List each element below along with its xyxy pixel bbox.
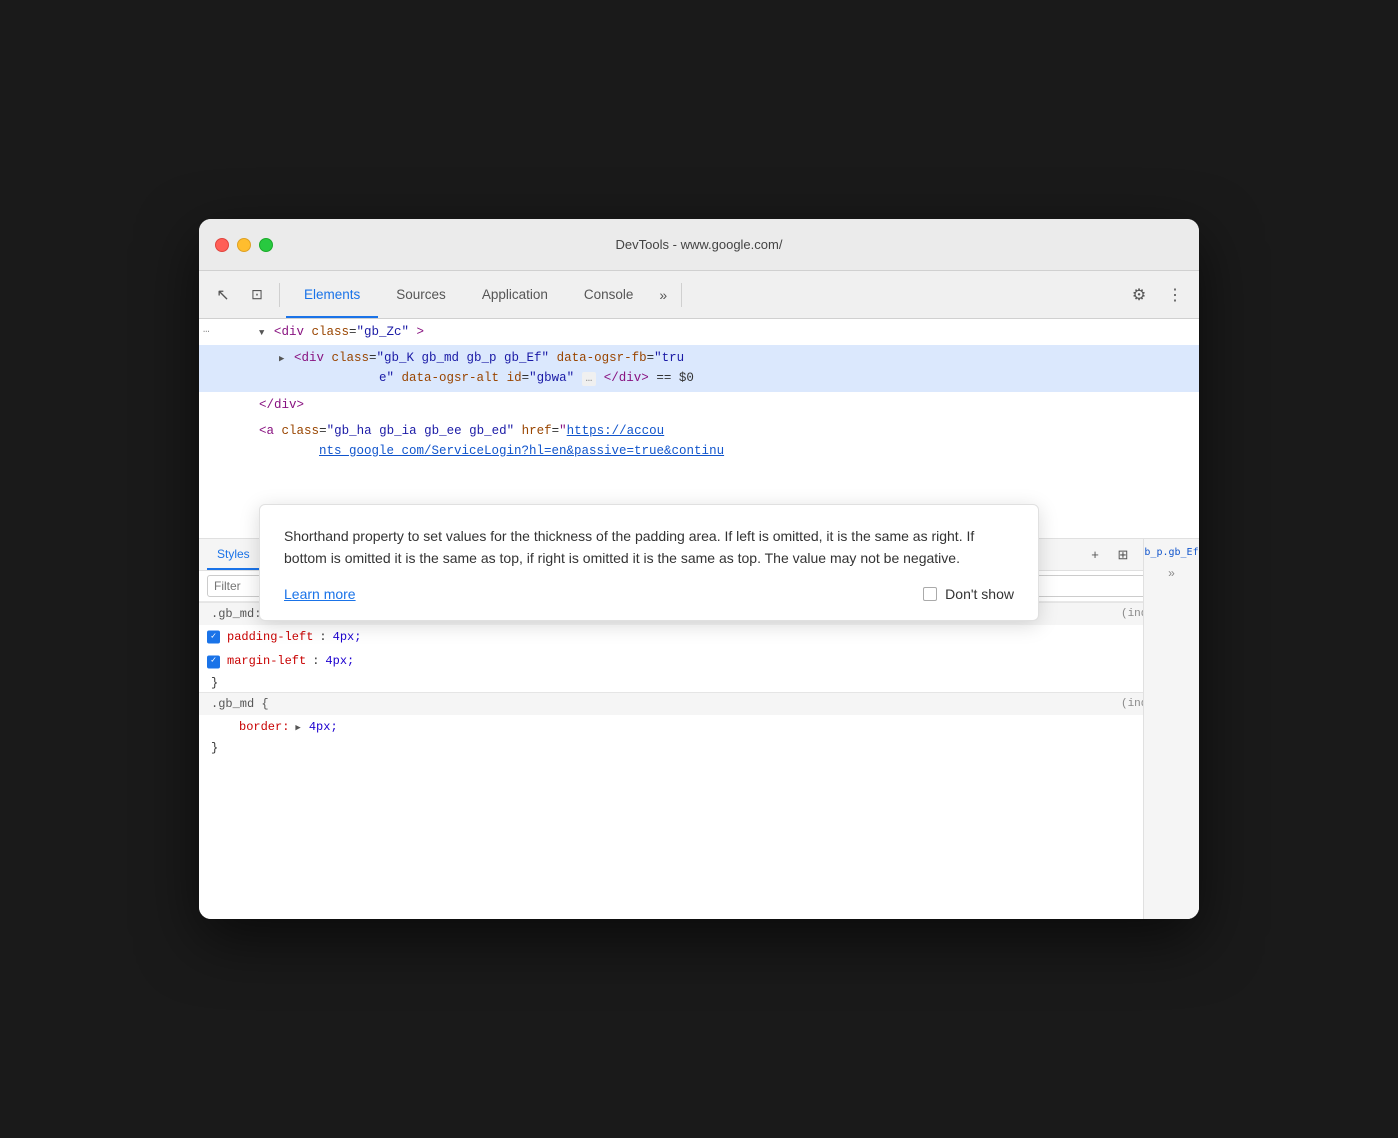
- css-property-value: 4px;: [325, 651, 354, 671]
- css-property-name: margin-left: [227, 651, 306, 671]
- dom-line[interactable]: <a class="gb_ha gb_ia gb_ee gb_ed" href=…: [199, 418, 1199, 464]
- close-button[interactable]: [215, 238, 229, 252]
- devtools-window: DevTools - www.google.com/ ↖ ⊡ Elements …: [199, 219, 1199, 919]
- dont-show-container: Don't show: [923, 586, 1014, 602]
- title-bar: DevTools - www.google.com/: [199, 219, 1199, 271]
- settings-button[interactable]: ⚙: [1123, 279, 1155, 311]
- inspect-element-btn[interactable]: ⊞: [1111, 543, 1135, 567]
- dont-show-checkbox[interactable]: [923, 587, 937, 601]
- tab-elements[interactable]: Elements: [286, 271, 378, 318]
- toolbar-separator: [279, 283, 280, 307]
- maximize-button[interactable]: [259, 238, 273, 252]
- property-checkbox[interactable]: [207, 655, 220, 668]
- layers-icon: ⊡: [251, 286, 263, 303]
- new-style-rule-btn[interactable]: +: [1083, 543, 1107, 567]
- style-rule-header-2: .gb_md { (index):58: [199, 692, 1199, 715]
- styles-panel: .gb_md:first-child, #gbstw:first-child r…: [199, 602, 1199, 757]
- expand-shorthand[interactable]: [295, 717, 300, 737]
- ellipsis-tag[interactable]: …: [582, 372, 597, 386]
- tab-styles[interactable]: Styles: [207, 539, 260, 570]
- more-right-btn[interactable]: »: [1168, 566, 1175, 580]
- property-checkbox[interactable]: [207, 631, 220, 644]
- gear-icon: ⚙: [1132, 285, 1146, 305]
- tabs: Elements Sources Application Console »: [286, 271, 675, 318]
- right-panel-sidebar: b_p.gb_Ef »: [1143, 539, 1199, 919]
- more-icon: ⋮: [1167, 285, 1183, 305]
- element-breadcrumb[interactable]: b_p.gb_Ef: [1144, 547, 1198, 558]
- more-options-button[interactable]: ⋮: [1159, 279, 1191, 311]
- triangle-expand: [259, 322, 264, 342]
- minimize-button[interactable]: [237, 238, 251, 252]
- dont-show-label: Don't show: [945, 586, 1014, 602]
- css-property-value: 4px;: [333, 627, 362, 647]
- cursor-icon-btn[interactable]: ↖: [207, 279, 239, 311]
- traffic-lights: [215, 238, 273, 252]
- layers-icon-btn[interactable]: ⊡: [241, 279, 273, 311]
- style-property-line: padding-left : 4px;: [199, 625, 1199, 649]
- dom-line[interactable]: … <div class="gb_Zc" >: [199, 319, 1199, 345]
- css-property-value: 4px;: [309, 717, 338, 737]
- style-block-brace-2: }: [199, 739, 1199, 757]
- tooltip-footer: Learn more Don't show: [284, 586, 1014, 602]
- dom-line[interactable]: </div>: [199, 392, 1199, 418]
- toolbar: ↖ ⊡ Elements Sources Application Console…: [199, 271, 1199, 319]
- style-property-line: margin-left : 4px;: [199, 649, 1199, 673]
- toolbar-right: ⚙ ⋮: [1123, 279, 1191, 311]
- tab-sources[interactable]: Sources: [378, 271, 464, 318]
- style-property-line-border: border: 4px;: [199, 715, 1199, 739]
- tooltip-description: Shorthand property to set values for the…: [284, 525, 1014, 570]
- style-block-brace: } +: [199, 674, 1199, 692]
- more-tabs-button[interactable]: »: [651, 271, 675, 318]
- toolbar-separator-2: [681, 283, 682, 307]
- dom-line-selected[interactable]: <div class="gb_K gb_md gb_p gb_Ef" data-…: [199, 345, 1199, 392]
- learn-more-link[interactable]: Learn more: [284, 586, 356, 602]
- cursor-icon: ↖: [216, 285, 229, 305]
- css-property-name: border:: [227, 717, 289, 737]
- triangle-collapse: [279, 348, 284, 368]
- tab-application[interactable]: Application: [464, 271, 566, 318]
- css-property-name: padding-left: [227, 627, 313, 647]
- tooltip-popup: Shorthand property to set values for the…: [259, 504, 1039, 621]
- window-title: DevTools - www.google.com/: [616, 237, 783, 252]
- rule-selector-2: .gb_md {: [211, 697, 269, 711]
- context-menu-dots: …: [203, 322, 210, 340]
- main-content: … <div class="gb_Zc" > <div class="gb_K …: [199, 319, 1199, 919]
- tab-console[interactable]: Console: [566, 271, 652, 318]
